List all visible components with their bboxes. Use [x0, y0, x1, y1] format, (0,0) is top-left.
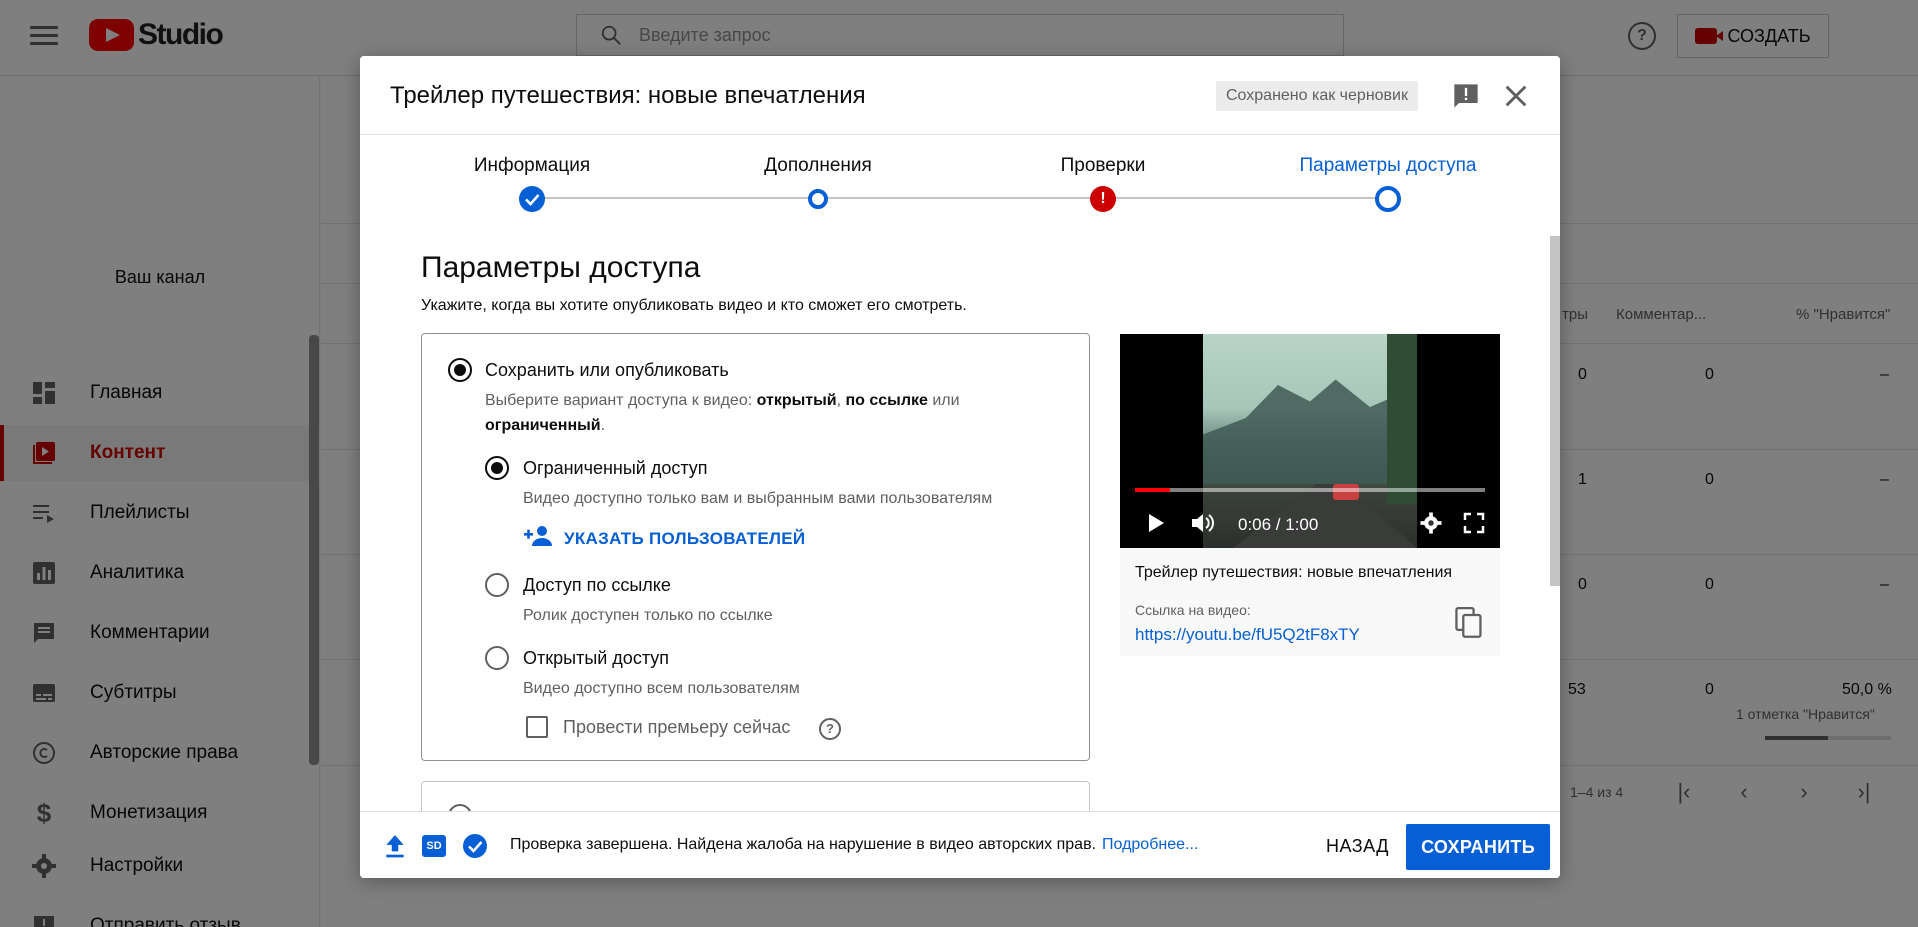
- video-player[interactable]: 0:06 / 1:00: [1120, 334, 1500, 548]
- step-visibility[interactable]: Параметры доступа: [1278, 155, 1498, 212]
- save-publish-radio[interactable]: [448, 358, 472, 382]
- step-visited-icon: [808, 189, 828, 209]
- save-publish-card: Сохранить или опубликовать Выберите вари…: [421, 333, 1090, 761]
- option-unlisted-description: Ролик доступен только по ссылке: [523, 607, 773, 624]
- video-progress-fill: [1135, 488, 1170, 492]
- close-icon[interactable]: [1502, 82, 1530, 110]
- step-elements[interactable]: Дополнения: [708, 155, 928, 209]
- option-unlisted-radio[interactable]: [485, 573, 509, 597]
- step-done-check-icon: [519, 186, 545, 212]
- video-link-label: Ссылка на видео:: [1135, 602, 1251, 618]
- section-subtitle: Укажите, когда вы хотите опубликовать ви…: [421, 297, 967, 314]
- upload-stepper: Информация Дополнения Проверки ! Парамет…: [360, 135, 1560, 235]
- save-button[interactable]: СОХРАНИТЬ: [1406, 824, 1550, 870]
- back-button[interactable]: НАЗАД: [1326, 836, 1389, 857]
- sd-processing-icon: SD: [422, 835, 446, 857]
- volume-icon[interactable]: [1190, 512, 1216, 539]
- option-public-title: Открытый доступ: [523, 648, 670, 668]
- schedule-card[interactable]: [421, 781, 1090, 811]
- copy-icon[interactable]: [1455, 607, 1483, 639]
- draft-status-badge: Сохранено как черновик: [1216, 81, 1418, 111]
- option-public-description: Видео доступно всем пользователям: [523, 680, 800, 697]
- add-person-icon: [524, 524, 554, 553]
- desc-end: .: [600, 417, 606, 434]
- step-label: Проверки: [1060, 155, 1146, 176]
- option-private-title: Ограниченный доступ: [523, 458, 708, 478]
- step-details[interactable]: Информация: [422, 155, 642, 212]
- dialog-title: Трейлер путешествия: новые впечатления: [390, 82, 866, 109]
- step-label: Информация: [473, 155, 591, 176]
- dialog-header: Трейлер путешествия: новые впечатления С…: [360, 56, 1560, 135]
- premiere-help-icon[interactable]: ?: [819, 718, 841, 740]
- fullscreen-icon[interactable]: [1463, 512, 1485, 539]
- dialog-footer: SD Проверка завершена. Найдена жалоба на…: [360, 811, 1560, 878]
- video-progress-bar[interactable]: [1135, 488, 1485, 492]
- checks-complete-icon: [462, 833, 488, 859]
- desc-private: ограниченный: [485, 417, 601, 434]
- step-label: Параметры доступа: [1299, 155, 1477, 176]
- premiere-checkbox[interactable]: [526, 716, 548, 738]
- option-private-radio[interactable]: [485, 456, 509, 480]
- video-link[interactable]: https://youtu.be/fU5Q2tF8xTY: [1135, 625, 1360, 645]
- footer-status-text: Проверка завершена. Найдена жалоба на на…: [510, 836, 1097, 853]
- step-checks[interactable]: Проверки !: [993, 155, 1213, 212]
- option-private-description: Видео доступно только вам и выбранным ва…: [523, 490, 993, 507]
- desc-unlisted: по ссылке: [845, 392, 928, 409]
- desc-separator: ,: [836, 392, 846, 409]
- option-public-radio[interactable]: [485, 646, 509, 670]
- step-error-icon: !: [1090, 186, 1116, 212]
- footer-status: Проверка завершена. Найдена жалоба на на…: [510, 836, 1198, 854]
- upload-icon: [382, 833, 408, 859]
- save-publish-description: Выберите вариант доступа к видео: открыт…: [485, 388, 1045, 438]
- report-feedback-icon[interactable]: [1452, 82, 1480, 110]
- preview-video-title: Трейлер путешествия: новые впечатления: [1135, 564, 1453, 581]
- premiere-label: Провести премьеру сейчас: [563, 717, 791, 737]
- desc-or: или: [927, 392, 960, 409]
- add-users-label: УКАЗАТЬ ПОЛЬЗОВАТЕЛЕЙ: [564, 528, 806, 548]
- desc-text: Выберите вариант доступа к видео:: [485, 392, 757, 409]
- save-publish-title: Сохранить или опубликовать: [485, 360, 729, 380]
- video-time: 0:06 / 1:00: [1238, 515, 1319, 534]
- option-unlisted-title: Доступ по ссылке: [523, 575, 671, 595]
- dialog-body: Параметры доступа Укажите, когда вы хоти…: [360, 235, 1560, 811]
- upload-dialog: Трейлер путешествия: новые впечатления С…: [360, 56, 1560, 878]
- step-current-icon: [1375, 186, 1401, 212]
- section-title: Параметры доступа: [421, 251, 701, 284]
- stepper-line: [532, 197, 1388, 199]
- desc-public: открытый: [756, 392, 837, 409]
- play-icon[interactable]: [1146, 512, 1166, 539]
- settings-gear-icon[interactable]: [1420, 512, 1442, 539]
- schedule-radio[interactable]: [448, 804, 472, 811]
- dialog-scrollbar[interactable]: [1550, 236, 1560, 586]
- learn-more-link[interactable]: Подробнее...: [1102, 836, 1198, 853]
- step-label: Дополнения: [764, 155, 872, 176]
- add-users-button[interactable]: УКАЗАТЬ ПОЛЬЗОВАТЕЛЕЙ: [524, 524, 805, 553]
- video-preview-card: 0:06 / 1:00 Трейлер путешествия: новые в…: [1120, 334, 1500, 656]
